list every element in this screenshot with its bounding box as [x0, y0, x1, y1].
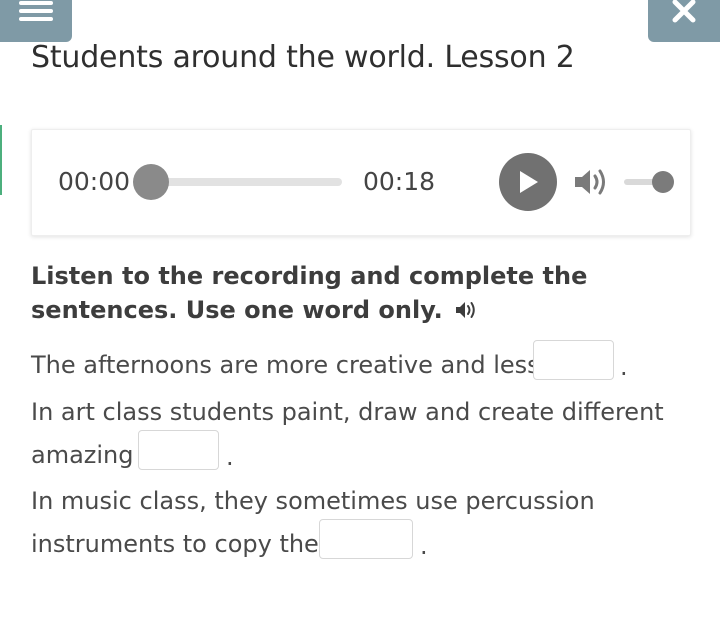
- close-icon: [672, 0, 696, 23]
- sentence-2-text-line1: In art class students paint, draw and cr…: [31, 398, 664, 426]
- close-button[interactable]: [648, 0, 720, 42]
- sentence-2-text-line2: amazing: [31, 441, 134, 469]
- speaker-icon[interactable]: [455, 299, 479, 321]
- volume-icon[interactable]: [573, 166, 611, 198]
- volume-thumb[interactable]: [652, 171, 674, 193]
- sentence-1-text: The afternoons are more creative and les…: [31, 351, 540, 379]
- hamburger-menu-icon: [19, 1, 53, 21]
- progress-bar[interactable]: [150, 178, 342, 186]
- sentence-3-text-line1: In music class, they sometimes use percu…: [31, 487, 595, 515]
- instruction: Listen to the recording and complete the…: [31, 259, 701, 327]
- play-button[interactable]: [499, 153, 557, 211]
- total-time: 00:18: [363, 167, 436, 196]
- left-accent-bar: [0, 125, 2, 195]
- sentence-2-period: .: [226, 443, 234, 471]
- sentence-1-period: .: [620, 353, 628, 381]
- progress-thumb[interactable]: [133, 164, 169, 200]
- answer-input-1[interactable]: [533, 340, 614, 380]
- play-icon: [520, 171, 538, 193]
- page-title: Students around the world. Lesson 2: [31, 40, 575, 75]
- answer-input-3[interactable]: [319, 519, 413, 559]
- sentence-3-period: .: [420, 532, 428, 560]
- sentence-3-text-line2: instruments to copy the: [31, 530, 319, 558]
- current-time: 00:00: [58, 167, 131, 196]
- answer-input-2[interactable]: [138, 430, 219, 470]
- menu-button[interactable]: [0, 0, 72, 42]
- instruction-text: Listen to the recording and complete the…: [31, 262, 588, 324]
- exercise-page: Students around the world. Lesson 2 00:0…: [0, 0, 720, 630]
- audio-player: 00:00 00:18: [31, 129, 691, 236]
